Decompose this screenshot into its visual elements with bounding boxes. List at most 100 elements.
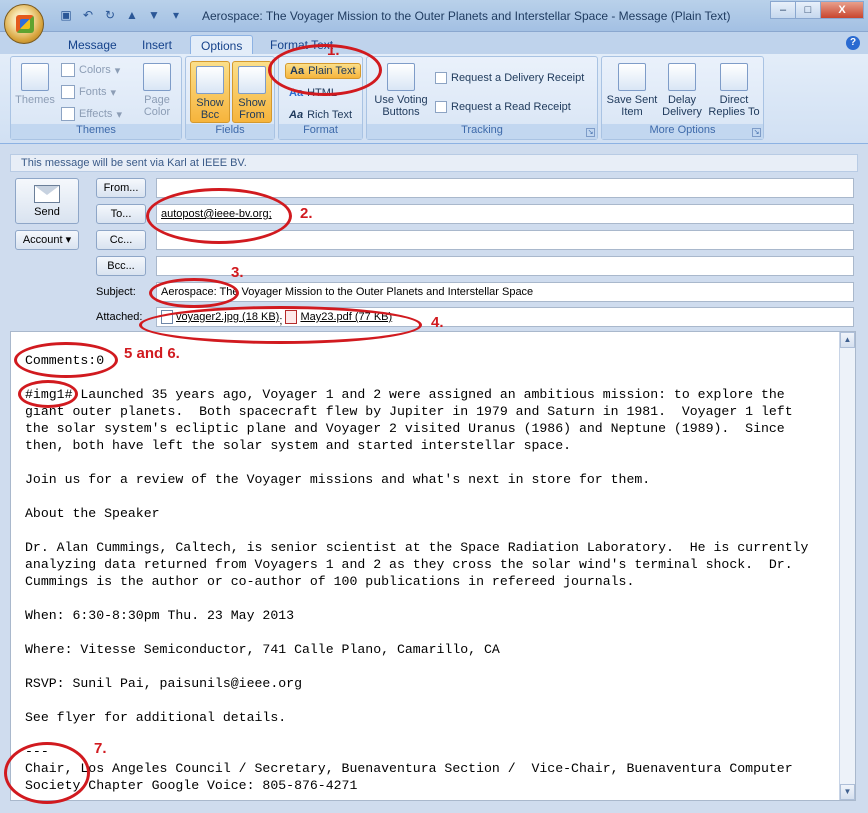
delay-delivery-button[interactable]: Delay Delivery xyxy=(660,63,704,118)
attachment-separator: ; xyxy=(279,315,283,327)
body-line: See flyer for additional details. xyxy=(25,710,287,725)
delay-label: Delay Delivery xyxy=(662,94,702,118)
voting-label: Use Voting Buttons xyxy=(374,94,428,118)
voting-buttons-button[interactable]: Use Voting Buttons xyxy=(371,63,431,118)
vertical-scrollbar[interactable]: ▲ ▼ xyxy=(839,332,855,800)
bcc-field[interactable] xyxy=(156,256,854,276)
themes-button-label: Themes xyxy=(15,94,55,106)
save-icon[interactable]: ▣ xyxy=(58,7,74,23)
recipient-address[interactable]: autopost@ieee-bv.org; xyxy=(161,208,272,220)
body-line xyxy=(25,590,825,607)
more-options-group: Save Sent Item Delay Delivery Direct Rep… xyxy=(601,56,764,140)
envelope-icon xyxy=(34,185,60,203)
undo-icon[interactable]: ↶ xyxy=(80,7,96,23)
html-label: HTML xyxy=(307,87,338,99)
fonts-icon xyxy=(61,85,75,99)
read-receipt-check[interactable] xyxy=(435,101,447,113)
direct-replies-button[interactable]: Direct Replies To xyxy=(706,63,762,118)
more-options-launcher-icon[interactable]: ↘ xyxy=(752,128,761,137)
dropdown-arrow-icon: ▾ xyxy=(110,86,117,99)
cc-button[interactable]: Cc... xyxy=(96,230,146,250)
customize-icon[interactable]: ▾ xyxy=(168,7,184,23)
annotation-number: 2. xyxy=(300,205,313,222)
read-receipt-checkbox[interactable]: Request a Read Receipt xyxy=(435,101,571,113)
plain-text-label: Plain Text xyxy=(308,65,356,77)
attachment-item[interactable]: May23.pdf (77 KB) xyxy=(285,310,392,324)
delivery-receipt-checkbox[interactable]: Request a Delivery Receipt xyxy=(435,72,584,84)
colors-button[interactable]: Colors ▾ xyxy=(61,63,120,77)
tracking-group: Use Voting Buttons Request a Delivery Re… xyxy=(366,56,598,140)
subject-field[interactable]: Aerospace: The Voyager Mission to the Ou… xyxy=(156,282,854,302)
attachments-field[interactable]: voyager2.jpg (18 KB); May23.pdf (77 KB) xyxy=(156,307,854,327)
maximize-button[interactable]: □ xyxy=(795,1,821,19)
from-field[interactable] xyxy=(156,178,854,198)
page-color-button[interactable]: Page Color xyxy=(137,63,177,118)
subject-label: Subject: xyxy=(96,286,136,298)
body-line xyxy=(25,488,825,505)
fonts-button[interactable]: Fonts ▾ xyxy=(61,85,116,99)
body-line xyxy=(25,726,825,743)
body-line: Chair, Los Angeles Council / Secretary, … xyxy=(25,761,793,776)
show-from-label: Show From xyxy=(238,97,266,121)
down-arrow-icon[interactable]: ▼ xyxy=(146,7,162,23)
account-label: Account xyxy=(22,234,63,246)
rich-text-icon: Aa xyxy=(289,109,304,121)
body-line: --- xyxy=(25,744,49,759)
body-line: the solar system's ecliptic plane and Vo… xyxy=(25,421,785,436)
body-line: analyzing data returned from Voyagers 1 … xyxy=(25,557,793,572)
tab-message[interactable]: Message xyxy=(58,35,127,54)
tab-options[interactable]: Options xyxy=(190,35,254,54)
up-arrow-icon[interactable]: ▲ xyxy=(124,7,140,23)
scroll-up-icon[interactable]: ▲ xyxy=(840,332,855,348)
annotation-number: 5 and 6. xyxy=(124,345,180,362)
close-button[interactable]: X xyxy=(820,1,864,19)
themes-button[interactable]: Themes xyxy=(15,63,55,106)
redo-icon[interactable]: ↻ xyxy=(102,7,118,23)
rich-text-button[interactable]: Aa Rich Text xyxy=(289,109,352,121)
body-line xyxy=(25,658,825,675)
effects-button[interactable]: Effects ▾ xyxy=(61,107,122,121)
to-button[interactable]: To... xyxy=(96,204,146,224)
show-from-button[interactable]: Show From xyxy=(232,61,272,123)
attachment-item[interactable]: voyager2.jpg (18 KB) xyxy=(161,310,279,324)
annotation-number: 1. xyxy=(327,42,340,59)
account-button[interactable]: Account ▾ xyxy=(15,230,79,250)
show-from-icon xyxy=(238,66,266,94)
body-line: then, both have left the solar system an… xyxy=(25,438,572,453)
themes-group: Themes Colors ▾ Fonts ▾ Effects ▾ Page Colo… xyxy=(10,56,182,140)
office-logo-icon xyxy=(16,15,34,33)
delivery-receipt-check[interactable] xyxy=(435,72,447,84)
effects-icon xyxy=(61,107,75,121)
plain-text-button[interactable]: Aa Plain Text xyxy=(285,63,361,79)
to-field[interactable]: autopost@ieee-bv.org; xyxy=(156,204,854,224)
office-button[interactable] xyxy=(4,4,44,44)
cc-field[interactable] xyxy=(156,230,854,250)
message-body-text[interactable]: Comments:0 #img1# Launched 35 years ago,… xyxy=(25,352,825,794)
fonts-label: Fonts xyxy=(79,86,107,98)
scroll-down-icon[interactable]: ▼ xyxy=(840,784,855,800)
delivery-receipt-label: Request a Delivery Receipt xyxy=(451,72,585,84)
format-group: Aa Plain Text Aa HTML Aa Rich Text Format xyxy=(278,56,363,140)
message-body[interactable]: Comments:0 #img1# Launched 35 years ago,… xyxy=(10,331,856,801)
from-button[interactable]: From... xyxy=(96,178,146,198)
fields-group-label: Fields xyxy=(186,124,274,139)
image-file-icon xyxy=(161,310,173,324)
minimize-button[interactable]: – xyxy=(770,1,796,19)
page-color-label: Page Color xyxy=(143,94,171,118)
tracking-launcher-icon[interactable]: ↘ xyxy=(586,128,595,137)
body-line: When: 6:30-8:30pm Thu. 23 May 2013 xyxy=(25,608,295,623)
help-icon[interactable]: ? xyxy=(846,36,860,50)
save-sent-item-button[interactable]: Save Sent Item xyxy=(604,63,660,118)
format-group-label: Format xyxy=(279,124,362,139)
bcc-button[interactable]: Bcc... xyxy=(96,256,146,276)
body-line: #img1# Launched 35 years ago, Voyager 1 … xyxy=(25,387,785,402)
dropdown-arrow-icon: ▾ xyxy=(114,64,121,77)
send-button[interactable]: Send xyxy=(15,178,79,224)
tracking-group-label: Tracking xyxy=(367,124,597,139)
body-line xyxy=(25,454,825,471)
tab-insert[interactable]: Insert xyxy=(132,35,182,54)
body-line: About the Speaker xyxy=(25,506,160,521)
show-bcc-button[interactable]: Show Bcc xyxy=(190,61,230,123)
html-button[interactable]: Aa HTML xyxy=(289,87,337,99)
body-line: Cummings is the author or co-author of 1… xyxy=(25,574,635,589)
